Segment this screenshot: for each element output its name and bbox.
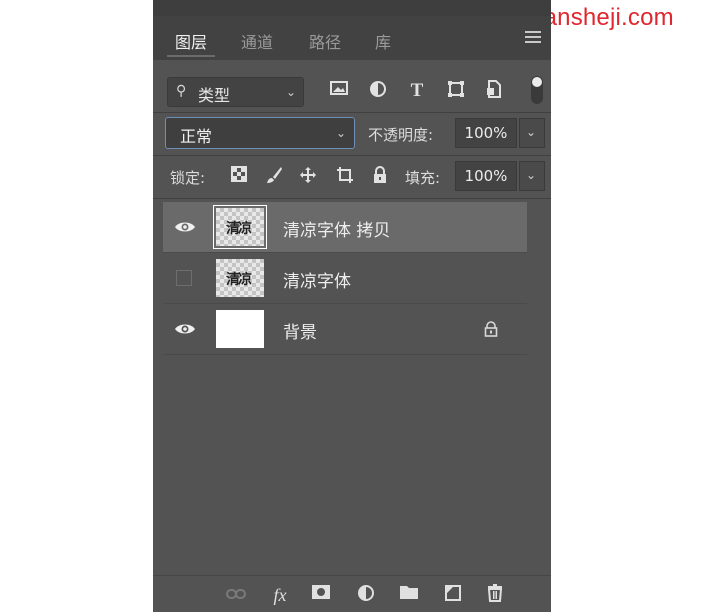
layer-filter-select[interactable]: ⚲ 类型 ⌄ [167,77,304,107]
shape-filter-icon[interactable] [445,80,467,102]
smart-object-filter-icon[interactable] [483,80,505,102]
image-filter-icon[interactable] [328,80,350,102]
fill-dropdown-button[interactable]: ⌄ [519,161,545,191]
chevron-down-icon: ⌄ [286,85,297,99]
add-mask-icon[interactable] [310,584,332,606]
layer-filter-label: 类型 [198,86,231,105]
tab-layers[interactable]: 图层 [175,29,207,53]
layer-row[interactable]: 背景 [163,304,527,355]
layer-row[interactable]: 清凉 清凉字体 [163,253,527,304]
layer-thumbnail: 清凉 [213,205,267,249]
panel-tab-bar: 图层 通道 路径 库 [153,16,551,60]
lock-transparent-pixels-icon[interactable] [229,166,249,186]
lock-all-icon[interactable] [370,166,390,186]
chevron-down-icon: ⌄ [526,168,537,182]
tab-paths[interactable]: 路径 [309,29,341,53]
adjustment-filter-icon[interactable] [367,80,389,102]
lock-image-pixels-brush-icon[interactable] [264,166,284,186]
new-layer-icon[interactable] [442,584,464,606]
opacity-input[interactable]: 100% [455,118,517,148]
tab-libraries[interactable]: 库 [375,29,391,53]
panel-menu-icon[interactable] [525,31,541,46]
visibility-eye-icon[interactable] [174,322,196,336]
layer-name[interactable]: 清凉字体 [283,267,351,292]
opacity-label: 不透明度: [368,126,434,144]
panel-bottom-toolbar: fx [153,575,551,612]
layer-name[interactable]: 背景 [283,318,317,343]
layer-thumbnail [216,310,264,348]
text-filter-icon[interactable]: T [406,80,428,102]
panel-top-bar [153,0,551,16]
visibility-eye-icon[interactable] [174,220,196,234]
adjustment-layer-icon[interactable] [355,584,377,606]
lock-label: 锁定: [170,169,206,187]
layer-style-fx-icon[interactable]: fx [269,584,291,606]
layer-row[interactable]: 清凉 清凉字体 拷贝 [163,202,527,253]
layer-thumbnail-text: 清凉 [226,272,252,288]
fill-label: 填充: [405,169,441,187]
lock-artboard-icon[interactable] [335,166,355,186]
visibility-toggle-empty[interactable] [176,270,192,286]
blend-mode-value: 正常 [180,127,213,146]
tab-channels[interactable]: 通道 [241,29,273,53]
layers-panel: 图层 通道 路径 库 ⚲ 类型 ⌄ T 正常 ⌄ 不透明度: 100% ⌄ 锁定… [153,0,551,612]
lock-position-move-icon[interactable] [298,166,318,186]
new-group-folder-icon[interactable] [398,584,420,606]
layer-lock-icon[interactable] [483,321,499,337]
search-icon: ⚲ [176,83,187,99]
chevron-down-icon: ⌄ [336,126,347,140]
opacity-dropdown-button[interactable]: ⌄ [519,118,545,148]
divider [153,198,551,199]
filter-toggle[interactable] [531,76,543,104]
link-layers-icon[interactable] [225,584,247,606]
delete-layer-trash-icon[interactable] [484,584,506,606]
layer-thumbnail: 清凉 [216,259,264,297]
chevron-down-icon: ⌄ [526,125,537,139]
fill-input[interactable]: 100% [455,161,517,191]
layer-name[interactable]: 清凉字体 拷贝 [283,216,390,241]
divider [153,155,551,156]
layer-thumbnail-text: 清凉 [226,221,252,237]
blend-mode-select[interactable]: 正常 ⌄ [165,117,355,149]
divider [153,112,551,113]
active-tab-indicator [167,55,215,57]
